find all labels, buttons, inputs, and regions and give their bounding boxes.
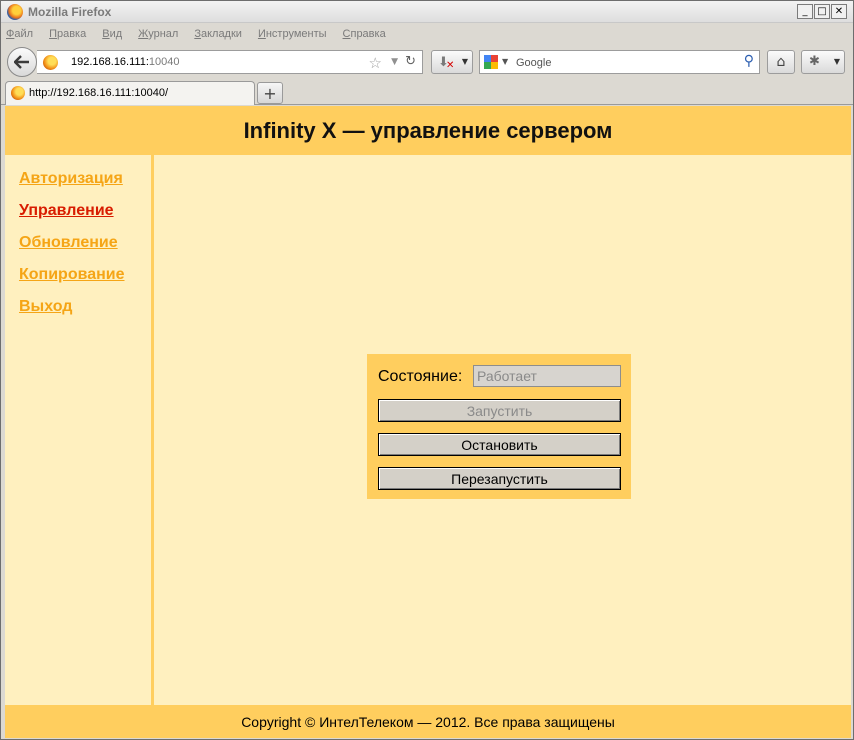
search-bar[interactable]: ▼ Google ⚲ <box>479 50 760 74</box>
page-content: Infinity X — управление сервером Авториз… <box>5 106 851 738</box>
tab-label: http://192.168.16.111:10040/ <box>29 87 169 99</box>
address-bar[interactable]: 192.168.16.111:10040 ☆ ▼ ↻ <box>37 50 423 74</box>
tab-active[interactable]: http://192.168.16.111:10040/ <box>5 81 255 105</box>
url-host: 192.168.16.111: <box>71 56 149 68</box>
nav-link-update[interactable]: Обновление <box>19 234 118 252</box>
site-identity-icon[interactable] <box>43 55 58 70</box>
home-icon: ⌂ <box>776 54 786 70</box>
menu-tools[interactable]: Инструменты <box>258 28 327 40</box>
window-controls: _ □ ✕ <box>797 4 847 19</box>
tab-favicon-icon <box>11 86 25 100</box>
status-field: Работает <box>473 365 621 387</box>
copyright-text: Copyright © ИнтелТелеком — 2012. Все пра… <box>241 713 615 730</box>
menu-view[interactable]: Вид <box>102 28 122 40</box>
url-text[interactable]: 192.168.16.111:10040 <box>71 56 179 68</box>
new-tab-button[interactable]: + <box>257 82 283 104</box>
downloads-button[interactable]: ⬇ ✕ ▼ <box>431 50 473 74</box>
bookmark-star-icon[interactable]: ☆ <box>369 54 382 72</box>
google-logo-icon <box>484 55 498 69</box>
server-control-panel: Состояние: Работает Запустить Остановить… <box>367 354 631 499</box>
bug-icon: ✱ <box>809 54 820 69</box>
menu-history[interactable]: Журнал <box>138 28 178 40</box>
firefox-icon <box>7 4 23 20</box>
home-button[interactable]: ⌂ <box>767 50 795 74</box>
title-bar[interactable]: Mozilla Firefox _ □ ✕ <box>1 1 853 23</box>
back-button[interactable] <box>7 47 37 77</box>
menu-help[interactable]: Справка <box>343 28 386 40</box>
page-header: Infinity X — управление сервером <box>5 106 851 155</box>
browser-window: Mozilla Firefox _ □ ✕ Файл Правка Вид Жу… <box>0 0 854 740</box>
page-title: Infinity X — управление сервером <box>243 117 613 143</box>
chevron-down-icon: ▼ <box>461 57 468 66</box>
url-port: 10040 <box>148 56 180 68</box>
nav-link-control[interactable]: Управление <box>19 202 114 220</box>
blocked-icon: ✕ <box>446 60 455 71</box>
history-dropdown-icon[interactable]: ▼ <box>391 57 398 67</box>
menu-edit[interactable]: Правка <box>49 28 86 40</box>
restart-button[interactable]: Перезапустить <box>378 467 621 490</box>
stop-button[interactable]: Остановить <box>378 433 621 456</box>
engine-dropdown-icon[interactable]: ▼ <box>502 57 508 66</box>
search-input[interactable]: Google <box>516 57 551 69</box>
plus-icon: + <box>263 83 277 103</box>
nav-link-logout[interactable]: Выход <box>19 298 72 316</box>
menu-bar: Файл Правка Вид Журнал Закладки Инструме… <box>1 23 853 45</box>
addon-button[interactable]: ✱ ▼ <box>801 50 845 74</box>
search-icon[interactable]: ⚲ <box>744 53 754 69</box>
start-button[interactable]: Запустить <box>378 399 621 422</box>
chevron-down-icon: ▼ <box>833 57 840 66</box>
nav-link-auth[interactable]: Авторизация <box>19 170 123 188</box>
maximize-button[interactable]: □ <box>814 4 830 19</box>
tab-strip: http://192.168.16.111:10040/ + <box>1 79 853 105</box>
window-title: Mozilla Firefox <box>28 5 112 19</box>
nav-link-copy[interactable]: Копирование <box>19 266 125 284</box>
sidebar-nav: Авторизация Управление Обновление Копиро… <box>5 155 154 705</box>
minimize-button[interactable]: _ <box>797 4 813 19</box>
page-footer: Copyright © ИнтелТелеком — 2012. Все пра… <box>5 705 851 738</box>
back-arrow-icon <box>14 55 29 69</box>
menu-bookmarks[interactable]: Закладки <box>194 28 242 40</box>
status-label: Состояние: <box>378 368 463 385</box>
close-button[interactable]: ✕ <box>831 4 847 19</box>
reload-icon[interactable]: ↻ <box>405 54 416 69</box>
navigation-toolbar: 192.168.16.111:10040 ☆ ▼ ↻ ⬇ ✕ ▼ ▼ Googl… <box>1 45 853 79</box>
menu-file[interactable]: Файл <box>6 28 33 40</box>
